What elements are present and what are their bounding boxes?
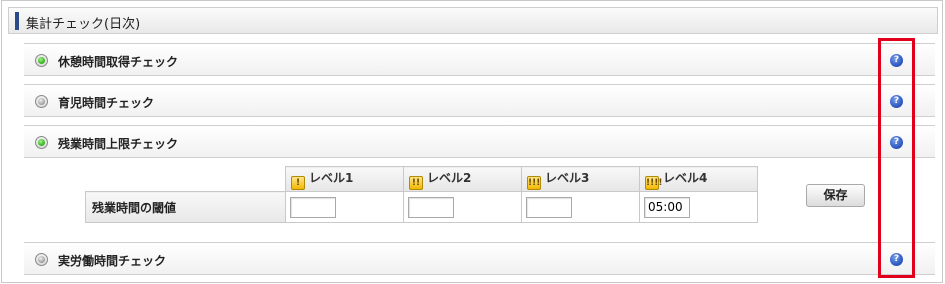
radio-icon[interactable] bbox=[35, 95, 48, 108]
level-2-icon: !! bbox=[409, 175, 423, 190]
table-row: 残業時間の閾値 bbox=[85, 191, 758, 223]
help-icons-highlight-box bbox=[878, 38, 915, 278]
radio-dot bbox=[38, 256, 45, 263]
level-2-input[interactable] bbox=[408, 196, 454, 218]
level-1-icon: ! bbox=[291, 175, 305, 190]
save-button[interactable]: 保存 bbox=[806, 184, 865, 207]
radio-dot bbox=[38, 57, 45, 64]
level-3-header: !!! レベル3 bbox=[521, 166, 640, 192]
level-4-header: !!!!レベル4 bbox=[639, 166, 758, 192]
page-title: 集計チェック(日次) bbox=[26, 17, 141, 32]
section-overtime-limit-check[interactable]: 残業時間上限チェック ? bbox=[24, 125, 935, 158]
header-accent-bar bbox=[15, 12, 19, 30]
level-4-input[interactable] bbox=[644, 196, 690, 218]
section-break-time-check[interactable]: 休憩時間取得チェック ? bbox=[24, 43, 935, 76]
level-label: レベル2 bbox=[427, 170, 472, 185]
table-corner bbox=[85, 166, 286, 192]
radio-icon[interactable] bbox=[35, 54, 48, 67]
radio-dot bbox=[38, 139, 45, 146]
radio-icon[interactable] bbox=[35, 136, 48, 149]
level-3-cell bbox=[521, 191, 640, 223]
radio-dot bbox=[38, 98, 45, 105]
section-actual-work-time-check[interactable]: 実労働時間チェック ? bbox=[24, 242, 935, 275]
row-header-overtime-threshold: 残業時間の閾値 bbox=[85, 191, 286, 223]
section-label: 実労働時間チェック bbox=[58, 254, 167, 268]
table-header-row: ! レベル1 !! レベル2 !!! レベル3 !!!!レベル4 bbox=[85, 166, 758, 192]
level-3-input[interactable] bbox=[526, 196, 572, 218]
level-3-icon: !!! bbox=[527, 175, 541, 190]
level-4-cell bbox=[639, 191, 758, 223]
level-1-cell bbox=[285, 191, 404, 223]
section-childcare-time-check[interactable]: 育児時間チェック ? bbox=[24, 84, 935, 117]
level-2-cell bbox=[403, 191, 522, 223]
radio-icon[interactable] bbox=[35, 253, 48, 266]
level-1-input[interactable] bbox=[290, 196, 336, 218]
overtime-threshold-table: ! レベル1 !! レベル2 !!! レベル3 !!!!レベル4 残業時間の閾値 bbox=[85, 166, 758, 223]
level-label: レベル3 bbox=[545, 170, 590, 185]
level-1-header: ! レベル1 bbox=[285, 166, 404, 192]
panel-header: 集計チェック(日次) bbox=[8, 7, 938, 34]
section-label: 残業時間上限チェック bbox=[58, 137, 179, 151]
level-label: レベル4 bbox=[663, 170, 708, 185]
level-4-icon: !!!! bbox=[645, 175, 663, 190]
level-label: レベル1 bbox=[309, 170, 354, 185]
section-label: 休憩時間取得チェック bbox=[58, 55, 179, 69]
level-2-header: !! レベル2 bbox=[403, 166, 522, 192]
section-label: 育児時間チェック bbox=[58, 96, 155, 110]
